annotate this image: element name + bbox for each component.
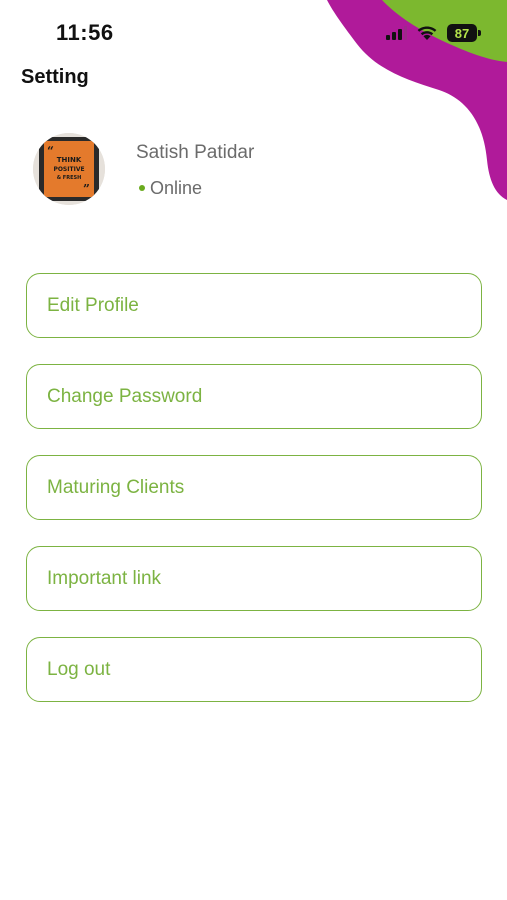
poster-line-1: THINK (57, 156, 82, 164)
status-icons: 87 (386, 24, 481, 42)
poster-line-2: POSITIVE (53, 166, 84, 173)
battery-tip (478, 30, 481, 36)
page-title: Setting (21, 66, 89, 88)
profile-status: Online (136, 178, 254, 199)
avatar-image: “ THINK POSITIVE & FRESH ” (33, 133, 105, 205)
status-bar: 11:56 87 (0, 0, 507, 60)
battery-icon: 87 (447, 24, 481, 42)
online-dot-icon (139, 185, 145, 191)
battery-level: 87 (454, 25, 470, 41)
poster-line-3: & FRESH (57, 175, 82, 181)
log-out-button[interactable]: Log out (26, 637, 482, 702)
profile-status-label: Online (150, 177, 203, 198)
settings-menu: Edit Profile Change Password Maturing Cl… (26, 273, 482, 728)
signal-icon (386, 26, 407, 40)
important-link-button[interactable]: Important link (26, 546, 482, 611)
profile-card: “ THINK POSITIVE & FRESH ” Satish Patida… (33, 133, 254, 205)
avatar[interactable]: “ THINK POSITIVE & FRESH ” (33, 133, 105, 205)
profile-name: Satish Patidar (136, 141, 255, 163)
profile-info: Satish Patidar Online (136, 140, 254, 199)
settings-screen: 11:56 87 Setting “ THINK POSITIVE & FRES… (0, 0, 507, 900)
wifi-icon (417, 26, 437, 40)
edit-profile-button[interactable]: Edit Profile (26, 273, 482, 338)
change-password-button[interactable]: Change Password (26, 364, 482, 429)
maturing-clients-button[interactable]: Maturing Clients (26, 455, 482, 520)
quote-close-mark: ” (83, 182, 90, 196)
quote-open-mark: “ (47, 144, 54, 158)
status-time: 11:56 (56, 20, 114, 45)
